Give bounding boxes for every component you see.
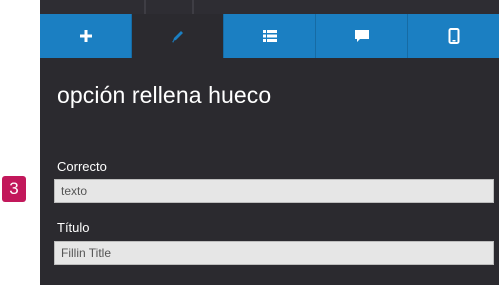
tab-edit[interactable] [132, 14, 224, 58]
list-icon [262, 30, 277, 42]
tab-add[interactable] [40, 14, 132, 58]
correct-answer-input[interactable] [54, 179, 494, 203]
tab-mobile-preview[interactable] [408, 14, 499, 58]
plus-icon [79, 30, 92, 42]
editor-panel: opción rellena hueco Correcto Título [40, 0, 499, 285]
top-strip-divider [192, 0, 194, 14]
tab-comments[interactable] [316, 14, 408, 58]
pencil-icon [171, 31, 183, 43]
tab-list[interactable] [224, 14, 316, 58]
title-field-label: Título [57, 220, 90, 235]
top-strip-divider [144, 0, 146, 14]
correct-field-label: Correcto [57, 159, 107, 174]
toolbar-tabs [40, 14, 499, 58]
chat-bubble-icon [354, 30, 369, 42]
top-strip [40, 0, 499, 14]
title-input[interactable] [54, 241, 494, 265]
mobile-device-icon [448, 28, 459, 44]
panel-title: opción rellena hueco [57, 82, 272, 108]
step-number-badge: 3 [2, 176, 26, 202]
